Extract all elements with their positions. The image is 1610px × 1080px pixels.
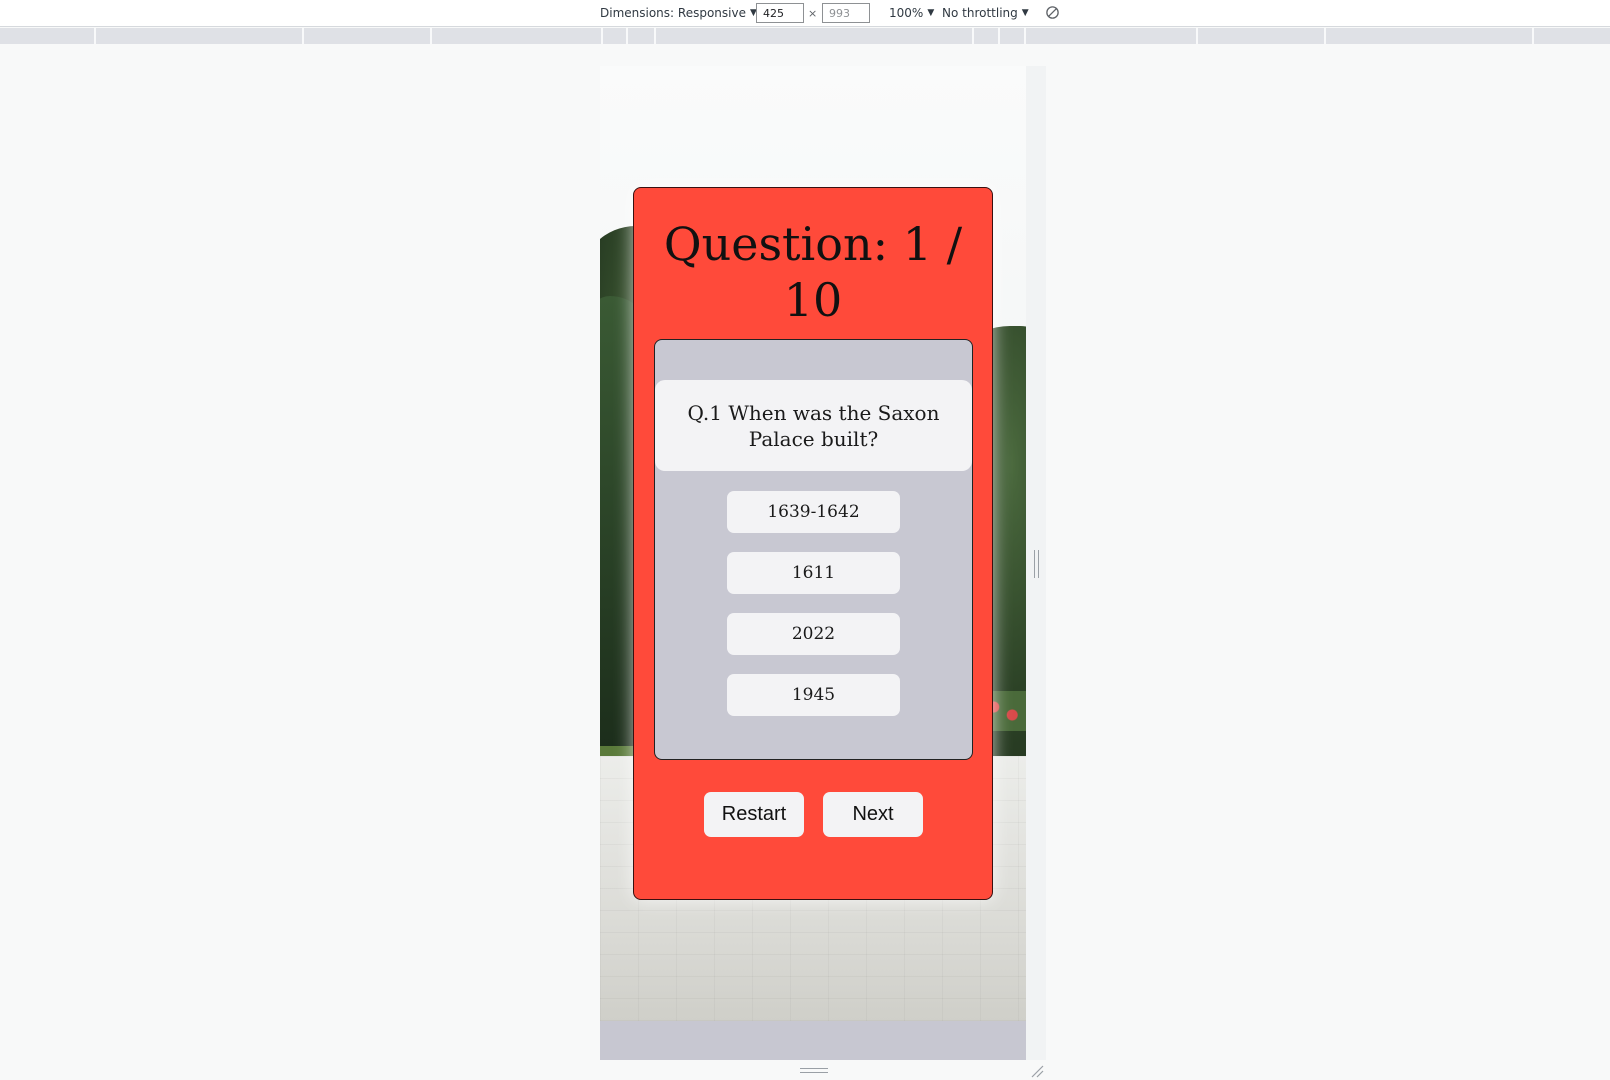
resize-corner-icon[interactable] <box>1030 1064 1044 1078</box>
rotate-icon[interactable] <box>1045 5 1060 20</box>
zoom-dropdown[interactable]: 100% ▼ <box>889 6 934 20</box>
height-input[interactable] <box>822 3 870 23</box>
resize-handle-right[interactable] <box>1034 550 1039 578</box>
answer-button-1[interactable]: 1639-1642 <box>727 491 900 533</box>
width-input[interactable] <box>756 3 804 23</box>
dimensions-label: Dimensions: Responsive <box>600 6 746 20</box>
answer-button-4[interactable]: 1945 <box>727 674 900 716</box>
chevron-down-icon: ▼ <box>1021 8 1029 18</box>
question-text: Q.1 When was the Saxon Palace built? <box>655 380 972 471</box>
throttling-dropdown[interactable]: No throttling ▼ <box>942 6 1029 20</box>
answer-button-3[interactable]: 2022 <box>727 613 900 655</box>
restart-button[interactable]: Restart <box>704 792 804 837</box>
zoom-label: 100% <box>889 6 924 20</box>
device-toolbar: Dimensions: Responsive ▼ × 100% ▼ No thr… <box>0 0 1610 27</box>
chevron-down-icon: ▼ <box>927 8 935 18</box>
resize-handle-bottom[interactable] <box>800 1068 828 1073</box>
question-counter: Question: 1 / 10 <box>663 217 963 327</box>
throttling-label: No throttling <box>942 6 1018 20</box>
media-query-ruler[interactable] <box>0 28 1610 44</box>
next-button[interactable]: Next <box>823 792 923 837</box>
question-panel: Q.1 When was the Saxon Palace built? 163… <box>654 339 973 760</box>
emulated-viewport: Question: 1 / 10 Q.1 When was the Saxon … <box>600 66 1026 1060</box>
quiz-card: Question: 1 / 10 Q.1 When was the Saxon … <box>633 187 993 900</box>
answer-button-2[interactable]: 1611 <box>727 552 900 594</box>
dimensions-dropdown[interactable]: Dimensions: Responsive ▼ <box>600 6 757 20</box>
times-icon: × <box>808 7 818 20</box>
